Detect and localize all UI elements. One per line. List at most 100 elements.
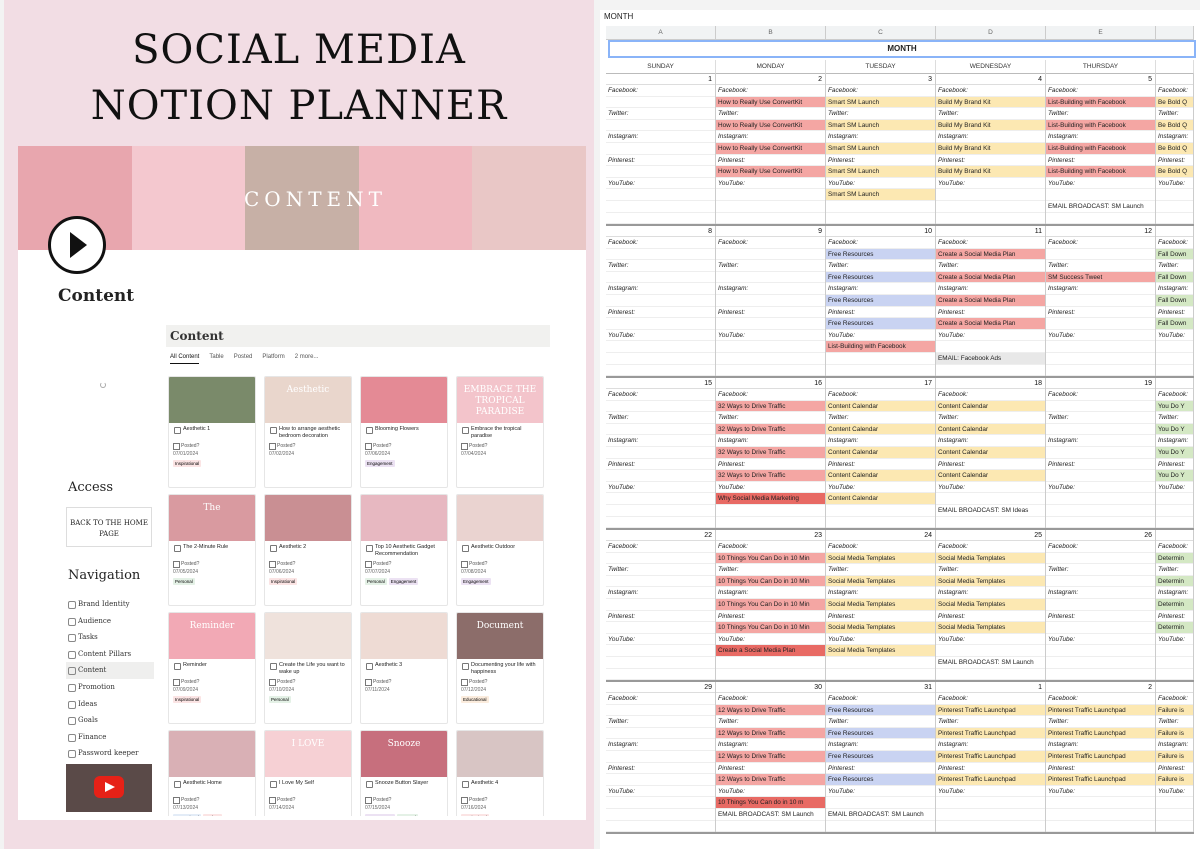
post-entry[interactable]: Pinterest Traffic Launchpad: [1046, 750, 1155, 763]
post-entry[interactable]: [606, 599, 715, 611]
post-entry[interactable]: Create a Social Media Plan: [936, 318, 1045, 330]
post-entry[interactable]: [826, 797, 935, 809]
gallery-card[interactable]: I LOVE I Love My Self Posted? 07/14/2024: [264, 730, 352, 816]
post-entry[interactable]: [936, 669, 1045, 680]
post-entry[interactable]: Pinterest Traffic Launchpad: [1046, 774, 1155, 786]
post-entry[interactable]: [606, 751, 715, 763]
nav-item[interactable]: Finance: [66, 729, 154, 746]
post-entry[interactable]: Smart SM Launch: [826, 166, 935, 178]
post-entry[interactable]: Create a Social Media Plan: [936, 294, 1045, 307]
post-entry[interactable]: [826, 821, 935, 832]
post-entry[interactable]: [936, 809, 1045, 821]
post-entry[interactable]: Be Bold Q: [1156, 142, 1193, 155]
posted-checkbox[interactable]: Posted?: [265, 559, 351, 568]
post-entry[interactable]: Pinterest Traffic Launchpad: [936, 727, 1045, 740]
post-entry[interactable]: [606, 553, 715, 565]
day-cell[interactable]: 12 Facebook: Twitter: SM Success Tweet Insta…: [1046, 226, 1156, 376]
gallery-card[interactable]: Aesthetic 2 Posted? 07/06/2024 Inspirationa…: [264, 494, 352, 606]
post-entry[interactable]: [606, 797, 715, 809]
day-cell[interactable]: 1 Facebook: Pinterest Traffic Launchpad Twi…: [936, 682, 1046, 832]
post-entry[interactable]: [936, 213, 1045, 224]
nav-item[interactable]: Brand Identity: [66, 596, 154, 613]
post-entry[interactable]: [606, 295, 715, 307]
day-cell[interactable]: 19 Facebook: Twitter: Instagram: Pinterest: Y…: [1046, 378, 1156, 528]
gallery-card[interactable]: Aesthetic 4Posted?07/16/2024 Inspirationa…: [456, 730, 544, 816]
post-entry[interactable]: [1046, 821, 1155, 832]
post-entry[interactable]: [936, 645, 1045, 657]
post-entry[interactable]: [1046, 401, 1155, 413]
post-entry[interactable]: [826, 201, 935, 213]
post-entry[interactable]: Failure is: [1156, 774, 1193, 786]
post-entry[interactable]: [716, 272, 825, 284]
post-entry[interactable]: Smart SM Launch: [826, 189, 935, 201]
day-cell[interactable]: 3 Facebook: Smart SM Launch Twitter: Smart S…: [826, 74, 936, 224]
post-entry[interactable]: [1156, 645, 1193, 657]
post-entry[interactable]: Social Media Templates: [826, 598, 935, 611]
post-entry[interactable]: Social Media Templates: [936, 622, 1045, 634]
post-entry[interactable]: [826, 365, 935, 376]
day-cell[interactable]: 22 Facebook: Twitter: Instagram: Pinterest: Y…: [606, 530, 716, 680]
post-entry[interactable]: 12 Ways to Drive Traffic: [716, 750, 825, 763]
post-entry[interactable]: Pinterest Traffic Launchpad: [1046, 704, 1155, 717]
post-entry[interactable]: [1046, 341, 1155, 353]
post-entry[interactable]: [1046, 797, 1155, 809]
posted-checkbox[interactable]: Posted?: [457, 559, 543, 568]
post-entry[interactable]: Content Calendar: [826, 446, 935, 459]
post-entry[interactable]: [1046, 189, 1155, 201]
post-entry[interactable]: [936, 189, 1045, 201]
post-entry[interactable]: Pinterest Traffic Launchpad: [936, 774, 1045, 786]
post-entry[interactable]: [826, 517, 935, 528]
post-entry[interactable]: [716, 318, 825, 330]
post-entry[interactable]: [606, 120, 715, 132]
post-entry[interactable]: [1156, 365, 1193, 376]
post-entry[interactable]: [1156, 505, 1193, 517]
post-entry[interactable]: [716, 353, 825, 365]
post-entry[interactable]: EMAIL BROADCAST: SM Ideas: [936, 505, 1045, 517]
nav-item[interactable]: Content: [66, 662, 154, 679]
post-entry[interactable]: Be Bold Q: [1156, 96, 1193, 109]
post-entry[interactable]: [1046, 447, 1155, 459]
post-entry[interactable]: You Do Y: [1156, 446, 1193, 459]
post-entry[interactable]: 12 Ways to Drive Traffic: [716, 727, 825, 740]
post-entry[interactable]: [1046, 249, 1155, 261]
post-entry[interactable]: Social Media Templates: [826, 622, 935, 634]
gallery-card[interactable]: Aesthetic How to arrange aesthetic bedroo…: [264, 376, 352, 488]
post-entry[interactable]: [1156, 341, 1193, 353]
post-entry[interactable]: How to Really Use ConvertKit: [716, 119, 825, 132]
post-entry[interactable]: [1156, 353, 1193, 365]
post-entry[interactable]: Free Resources: [826, 750, 935, 763]
back-home-button[interactable]: BACK TO THE HOME PAGE: [66, 507, 152, 547]
post-entry[interactable]: [1046, 470, 1155, 482]
post-entry[interactable]: [1156, 657, 1193, 669]
post-entry[interactable]: Free Resources: [826, 318, 935, 330]
post-entry[interactable]: How to Really Use ConvertKit: [716, 166, 825, 178]
post-entry[interactable]: List-Building with Facebook: [1046, 119, 1155, 132]
post-entry[interactable]: [606, 447, 715, 459]
posted-checkbox[interactable]: Posted?: [361, 559, 447, 568]
post-entry[interactable]: [1046, 295, 1155, 307]
post-entry[interactable]: [1156, 669, 1193, 680]
month-title[interactable]: MONTH: [608, 40, 1196, 58]
post-entry[interactable]: Social Media Templates: [826, 575, 935, 588]
posted-checkbox[interactable]: Posted?: [265, 677, 351, 686]
day-cell[interactable]: 18 Facebook: Content Calendar Twitter: Conte…: [936, 378, 1046, 528]
post-entry[interactable]: [1046, 365, 1155, 376]
post-entry[interactable]: [1156, 213, 1193, 224]
post-entry[interactable]: Fall Down: [1156, 294, 1193, 307]
day-cell[interactable]: 31 Facebook: Free Resources Twitter: Free Re…: [826, 682, 936, 832]
post-entry[interactable]: [716, 201, 825, 213]
post-entry[interactable]: [606, 189, 715, 201]
post-entry[interactable]: [1156, 797, 1193, 809]
post-entry[interactable]: [1046, 599, 1155, 611]
day-cell[interactable]: 29 Facebook: Twitter: Instagram: Pinterest: Y…: [606, 682, 716, 832]
post-entry[interactable]: [606, 821, 715, 832]
gallery-card[interactable]: Snooze Snooze Button Slayer Posted? 07/15/2…: [360, 730, 448, 816]
column-header[interactable]: E: [1046, 26, 1156, 40]
post-entry[interactable]: Be Bold Q: [1156, 166, 1193, 178]
day-cell[interactable]: 30 Facebook: 12 Ways to Drive Traffic Twitt…: [716, 682, 826, 832]
post-entry[interactable]: [716, 213, 825, 224]
gallery-card[interactable]: EMBRACE THE TROPICAL PARADISE Embrace the…: [456, 376, 544, 488]
post-entry[interactable]: [716, 517, 825, 528]
day-cell[interactable]: Facebook: You Do Y Twitter: You Do Y Instagr…: [1156, 378, 1194, 528]
post-entry[interactable]: [1046, 318, 1155, 330]
